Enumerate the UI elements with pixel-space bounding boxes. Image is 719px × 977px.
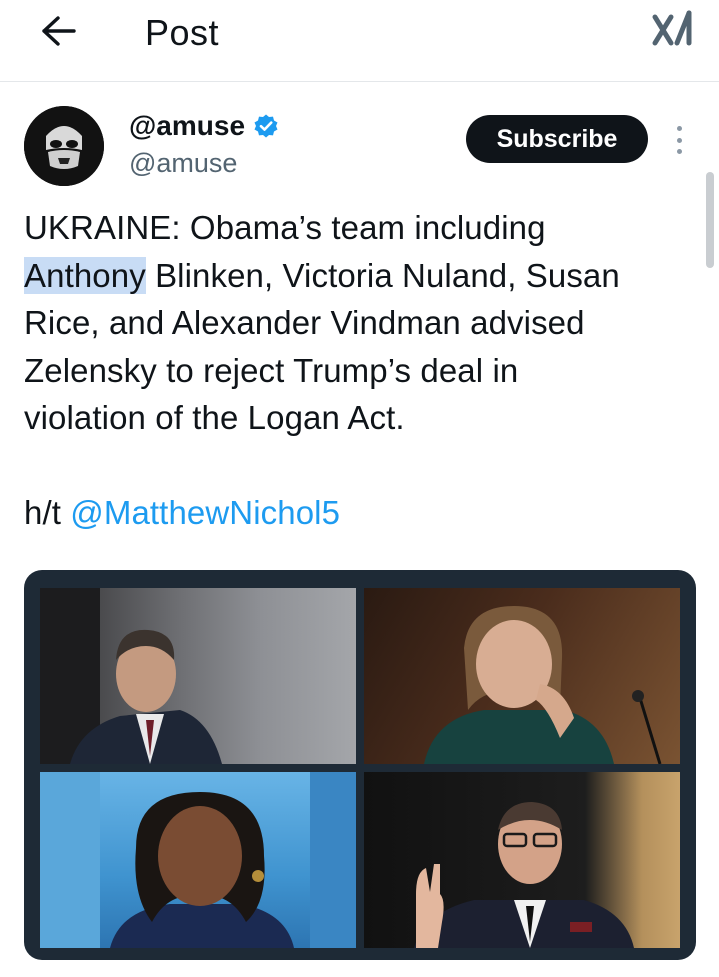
scrollbar-thumb[interactable]: [706, 172, 714, 268]
avatar[interactable]: [24, 106, 104, 186]
more-options-button[interactable]: [668, 122, 690, 158]
more-vertical-icon-dot: [676, 137, 682, 143]
selected-text-highlight[interactable]: Anthony: [24, 256, 146, 294]
subscribe-button[interactable]: Subscribe: [466, 115, 648, 163]
woman-portrait-image: [40, 772, 356, 948]
post-text-line: Blinken, Victoria Nuland, Susan: [145, 256, 620, 294]
post-text-line: UKRAINE: Obama’s team including: [24, 209, 546, 246]
display-name-row: @amuse: [129, 110, 279, 142]
media-grid: [24, 570, 696, 960]
page-title: Post: [145, 12, 220, 53]
more-vertical-icon-dot: [676, 149, 682, 154]
photo-vindman[interactable]: [364, 772, 680, 948]
back-button[interactable]: [34, 10, 82, 52]
display-name[interactable]: @amuse: [129, 110, 245, 142]
verified-badge-icon: [254, 114, 278, 138]
post-text-line: Rice, and Alexander Vindman advised: [24, 304, 585, 341]
photo-rice[interactable]: [40, 772, 356, 948]
stormtrooper-avatar-image: [24, 106, 104, 186]
mention-link[interactable]: @MatthewNichol5: [70, 494, 340, 531]
grok-icon: [652, 10, 692, 46]
post-text: UKRAINE: Obama’s team including Anthony …: [24, 204, 704, 537]
post-text-line: violation of the Logan Act.: [24, 399, 405, 436]
woman-at-hearing-image: [424, 606, 662, 764]
hat-tip-prefix: h/t: [24, 494, 71, 531]
more-vertical-icon-dot: [676, 126, 682, 131]
officer-taking-oath-image: [414, 802, 634, 948]
post-text-line: Zelensky to reject Trump’s deal in: [24, 351, 519, 389]
top-bar: Post: [0, 0, 719, 82]
photo-nuland[interactable]: [364, 588, 680, 764]
user-handle[interactable]: @amuse: [129, 148, 237, 179]
arrow-left-icon: [42, 16, 76, 46]
man-in-suit-image: [40, 588, 222, 764]
photo-blinken[interactable]: [40, 588, 356, 764]
post-page: Post @amuse @amuse Subscribe UKRAINE: Ob…: [0, 0, 719, 977]
grok-button[interactable]: [648, 6, 698, 52]
